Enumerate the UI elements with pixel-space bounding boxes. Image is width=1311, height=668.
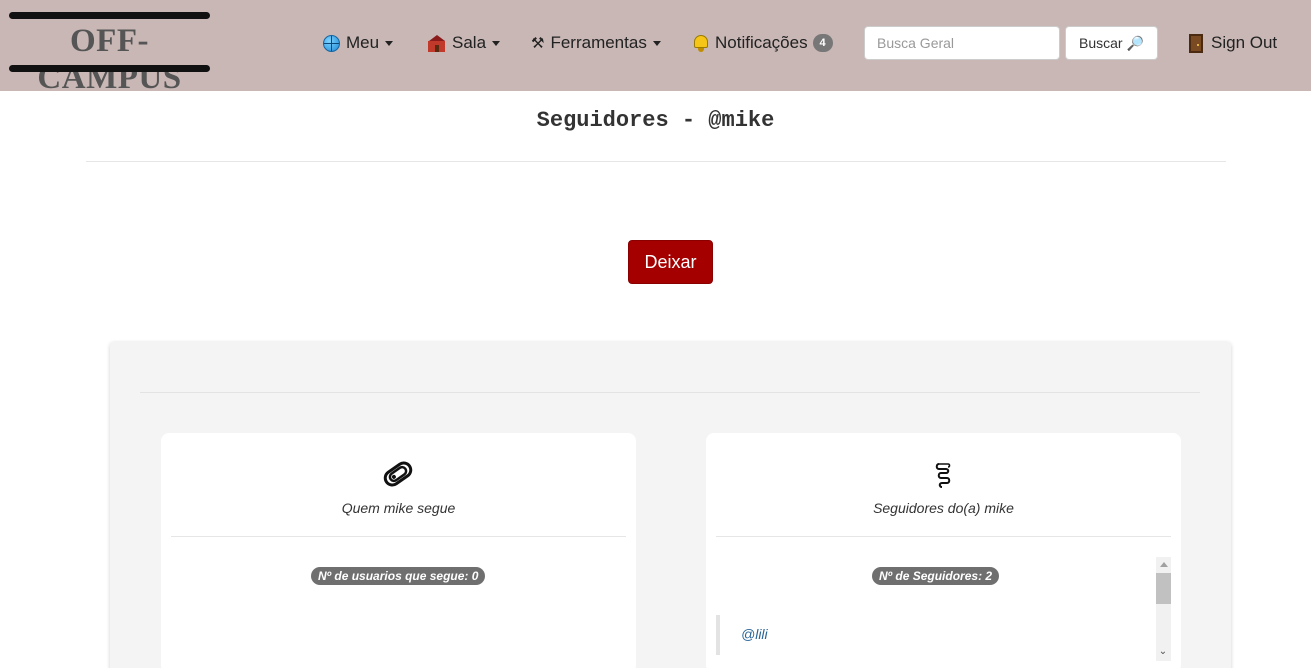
nav-menu-ferramentas[interactable]: ⚒ Ferramentas — [531, 31, 661, 55]
nav-menu-sala-label: Sala — [452, 33, 487, 52]
logo-top-bar — [9, 12, 210, 19]
scrollbar-thumb[interactable] — [1156, 573, 1171, 604]
chevron-down-icon — [492, 40, 501, 46]
tools-icon: ⚒ — [531, 35, 545, 52]
nav-menu-notificacoes[interactable]: Notificações 4 — [693, 31, 833, 55]
followers-divider — [716, 536, 1171, 537]
nav-menu-notificacoes-label: Notificações — [715, 33, 808, 52]
follower-list-item: @lili — [716, 615, 1146, 655]
leave-button[interactable]: Deixar — [628, 240, 713, 284]
site-logo[interactable]: OFF-CAMPUS — [9, 12, 210, 96]
door-icon — [1189, 33, 1203, 53]
search-input[interactable] — [864, 26, 1060, 60]
logo-text: OFF-CAMPUS — [37, 23, 182, 96]
notification-count-badge: 4 — [812, 34, 833, 52]
scroll-icon — [935, 463, 951, 488]
scroll-down-arrow-icon[interactable]: ⌄ — [1158, 647, 1168, 657]
following-caption: Quem mike segue — [341, 500, 456, 516]
followers-count-badge: Nº de Seguidores: 2 — [872, 567, 1000, 585]
following-panel: Quem mike segue Nº de usuarios que segue… — [161, 433, 636, 668]
nav-menu-ferramentas-label: Ferramentas — [550, 33, 647, 52]
nav-menu-meu-label: Meu — [346, 33, 380, 52]
top-navbar: OFF-CAMPUS Meu Sala ⚒ Ferramentas Notifi… — [0, 0, 1311, 96]
followers-scrollbar[interactable]: ⌄ — [1156, 557, 1171, 661]
nav-menu-sala[interactable]: Sala — [427, 31, 501, 55]
following-divider — [171, 536, 626, 537]
nav-menu-meu[interactable]: Meu — [323, 31, 394, 55]
followers-caption: Seguidores do(a) mike — [873, 500, 1014, 516]
chevron-down-icon — [385, 40, 394, 46]
well-divider — [140, 392, 1200, 393]
follower-link[interactable]: @lili — [741, 626, 768, 642]
search-button[interactable]: Buscar 🔎 — [1065, 26, 1158, 60]
scroll-up-arrow-icon[interactable] — [1160, 562, 1168, 567]
magnifier-icon: 🔎 — [1126, 34, 1144, 51]
sign-out-label: Sign Out — [1211, 33, 1278, 52]
bell-icon — [693, 34, 709, 52]
followers-panel: Seguidores do(a) mike Nº de Seguidores: … — [706, 433, 1181, 668]
sign-out-link[interactable]: Sign Out — [1189, 31, 1277, 55]
chevron-down-icon — [652, 40, 661, 46]
title-divider — [86, 161, 1226, 162]
school-icon — [427, 34, 446, 52]
page-title: Seguidores - @mike — [536, 108, 775, 133]
following-count-badge: Nº de usuarios que segue: 0 — [311, 567, 486, 585]
search-button-label: Buscar — [1078, 35, 1123, 51]
followers-well: Quem mike segue Nº de usuarios que segue… — [110, 342, 1231, 668]
paperclip-icon — [383, 461, 413, 487]
globe-icon — [323, 34, 340, 52]
logo-bottom-bar — [9, 65, 210, 72]
